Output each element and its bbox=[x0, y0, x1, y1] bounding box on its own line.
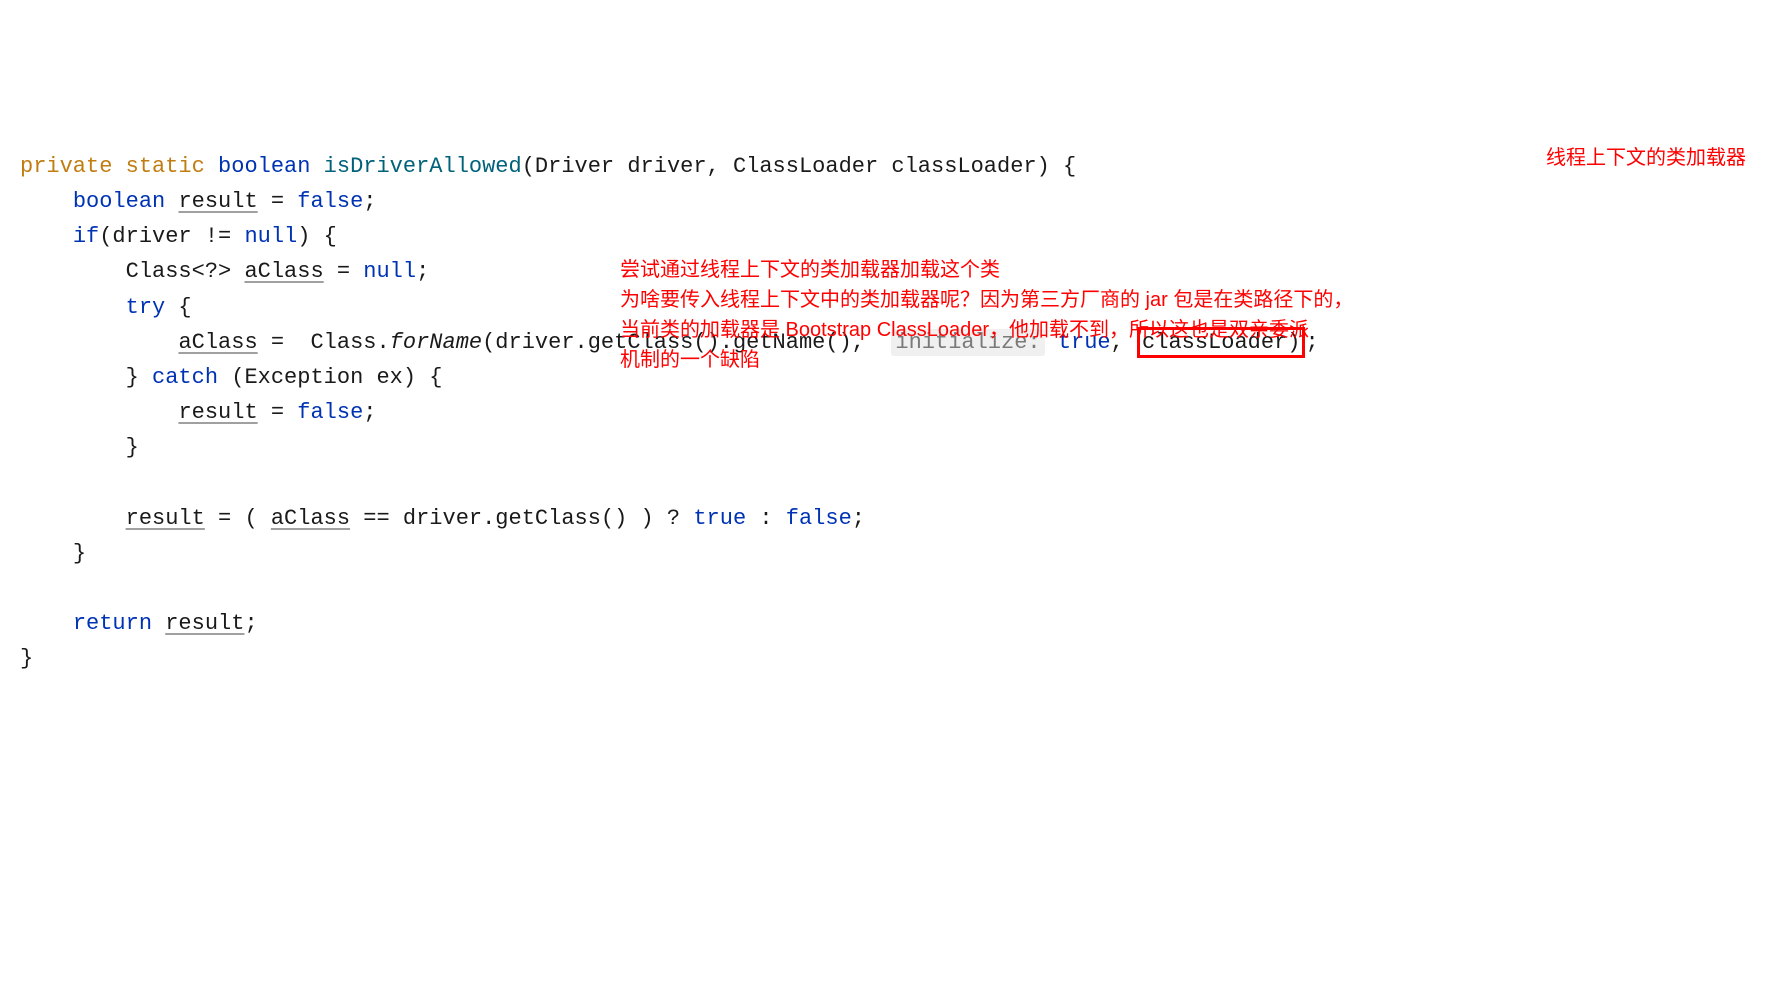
method-name: isDriverAllowed bbox=[324, 154, 522, 179]
code-text: { bbox=[165, 295, 191, 320]
keyword-false: false bbox=[297, 189, 363, 214]
code-text: = ( bbox=[205, 506, 271, 531]
keyword-catch: catch bbox=[152, 365, 218, 390]
annotation-line: 当前类的加载器是 Bootstrap ClassLoader，他加载不到，所以这… bbox=[620, 315, 1480, 345]
code-text: (Exception ex) { bbox=[218, 365, 442, 390]
var-result: result bbox=[178, 189, 257, 214]
code-text: = bbox=[324, 259, 364, 284]
code-text: = Class. bbox=[258, 330, 390, 355]
code-text bbox=[152, 611, 165, 636]
code-text: } bbox=[20, 646, 33, 671]
annotation-explanation: 尝试通过线程上下文的类加载器加载这个类 为啥要传入线程上下文中的类加载器呢？因为… bbox=[620, 255, 1480, 375]
var-result: result bbox=[165, 611, 244, 636]
keyword-private: private bbox=[20, 154, 112, 179]
keyword-false: false bbox=[297, 400, 363, 425]
code-text: = bbox=[258, 400, 298, 425]
annotation-line: 尝试通过线程上下文的类加载器加载这个类 bbox=[620, 255, 1480, 285]
keyword-return: return bbox=[73, 611, 152, 636]
keyword-boolean: boolean bbox=[73, 189, 165, 214]
keyword-static: static bbox=[126, 154, 205, 179]
keyword-null: null bbox=[363, 259, 416, 284]
var-aclass: aClass bbox=[178, 330, 257, 355]
code-text: ; bbox=[363, 400, 376, 425]
code-text: ; bbox=[244, 611, 257, 636]
keyword-null: null bbox=[244, 224, 297, 249]
keyword-true: true bbox=[693, 506, 746, 531]
method-forname: forName bbox=[390, 330, 482, 355]
keyword-try: try bbox=[126, 295, 166, 320]
var-aclass: aClass bbox=[244, 259, 323, 284]
code-text: = bbox=[258, 189, 298, 214]
annotation-top-label: 线程上下文的类加载器 bbox=[1546, 142, 1746, 174]
code-text: } bbox=[126, 435, 139, 460]
var-aclass: aClass bbox=[271, 506, 350, 531]
keyword-if: if bbox=[73, 224, 99, 249]
method-signature: (Driver driver, ClassLoader classLoader)… bbox=[522, 154, 1077, 179]
code-text: == driver.getClass() ) ? bbox=[350, 506, 693, 531]
keyword-boolean: boolean bbox=[218, 154, 310, 179]
code-text: } bbox=[73, 541, 86, 566]
code-text: } bbox=[126, 365, 152, 390]
code-text: ; bbox=[852, 506, 865, 531]
code-text: ; bbox=[363, 189, 376, 214]
annotation-line: 机制的一个缺陷 bbox=[620, 345, 1480, 375]
annotation-line: 为啥要传入线程上下文中的类加载器呢？因为第三方厂商的 jar 包是在类路径下的， bbox=[620, 285, 1480, 315]
var-result: result bbox=[126, 506, 205, 531]
code-text: Class<?> bbox=[126, 259, 245, 284]
keyword-false: false bbox=[786, 506, 852, 531]
code-text: ) { bbox=[297, 224, 337, 249]
var-result: result bbox=[178, 400, 257, 425]
code-text: : bbox=[746, 506, 786, 531]
code-text: ; bbox=[416, 259, 429, 284]
code-editor[interactable]: private static boolean isDriverAllowed(D… bbox=[20, 149, 1766, 677]
code-text: (driver != bbox=[99, 224, 244, 249]
